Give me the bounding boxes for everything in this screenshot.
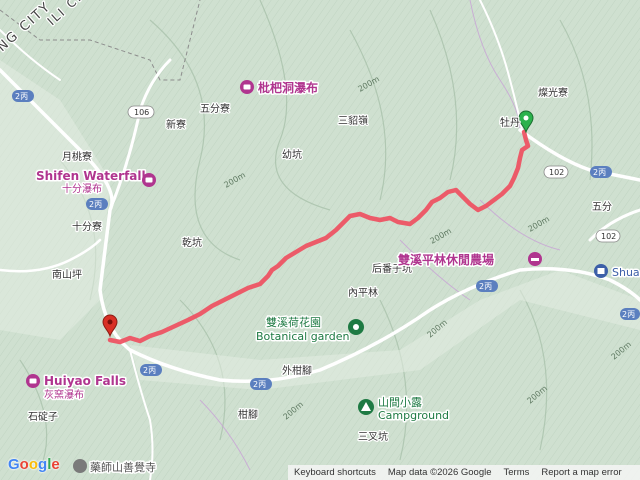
svg-text:102: 102: [549, 168, 564, 177]
poi-label-zh: 灰窯瀑布: [44, 388, 84, 401]
terms-link[interactable]: Terms: [498, 467, 536, 478]
keyboard-shortcuts-link[interactable]: Keyboard shortcuts: [288, 467, 382, 478]
place-sanchakeng: 三叉坑: [358, 430, 388, 443]
place-waigantiao: 外柑腳: [282, 364, 312, 377]
svg-text:106: 106: [134, 108, 149, 117]
road-shield-102a: 102: [543, 165, 569, 179]
poi-label-en: Botanical garden: [256, 330, 350, 343]
poi-label-zh: 雙溪荷花園: [266, 316, 321, 329]
map-data-attribution: Map data ©2026 Google: [387, 467, 492, 478]
place-qiankeng: 乾坑: [182, 236, 202, 249]
road-shield-2bing-label: 2丙: [622, 310, 635, 319]
road-shield-2bing-label: 2丙: [593, 168, 606, 177]
poi-label-en: Huiyao Falls: [44, 374, 126, 388]
map-canvas[interactable]: NG CITY ILI CITY 燦光寮 牡丹 三貂嶺 五分寮 新寮 月桃寮 幼…: [0, 0, 640, 480]
place-mudan: 牡丹: [500, 116, 520, 129]
poi-label-en: Shifen Waterfall: [36, 169, 146, 183]
place-gantiao: 柑腳: [238, 408, 258, 421]
place-nanshanping: 南山坪: [52, 268, 82, 281]
poi-label: 雙溪平林休閒農場: [398, 252, 494, 267]
place-sandiaoling: 三貂嶺: [338, 114, 368, 127]
svg-text:102: 102: [601, 232, 616, 241]
poi-label: 枇杷洞瀑布: [258, 80, 318, 95]
poi-label-zh: 山間小露: [378, 396, 422, 409]
poi-label-zh: 十分瀑布: [62, 182, 102, 195]
place-xinliao: 新寮: [166, 118, 186, 131]
road-shield-106: 106: [127, 105, 155, 119]
report-map-error-link[interactable]: Report a map error: [535, 467, 627, 478]
place-shifenliao: 十分寮: [72, 220, 102, 233]
poi-label-en: Campground: [378, 409, 449, 422]
road-shield-2bing-label: 2丙: [89, 200, 102, 209]
place-neipinglin: 內平林: [348, 286, 378, 299]
place-wufenliao: 五分寮: [200, 102, 230, 115]
place-canguangliao: 燦光寮: [538, 86, 568, 99]
map-attribution-bar: Keyboard shortcuts Map data ©2026 Google…: [288, 465, 640, 480]
poi-label: Shua: [612, 266, 640, 279]
poi-label: 藥師山善覺寺: [90, 460, 156, 474]
road-shield-102b: 102: [595, 229, 621, 243]
road-shield-2bing-label: 2丙: [253, 380, 266, 389]
temple-icon: [73, 459, 87, 473]
place-wufen: 五分: [592, 201, 612, 213]
road-shield-2bing-label: 2丙: [479, 282, 492, 291]
road-shield-2bing-label: 2丙: [143, 366, 156, 375]
google-logo: Google: [8, 456, 60, 473]
place-youkeng: 幼坑: [282, 148, 302, 161]
poi-shua[interactable]: Shua: [594, 264, 640, 281]
place-yuetaoliao: 月桃寮: [62, 150, 92, 163]
road-shield-2bing-label: 2丙: [15, 92, 28, 101]
place-shidingzi: 石碇子: [28, 410, 58, 423]
